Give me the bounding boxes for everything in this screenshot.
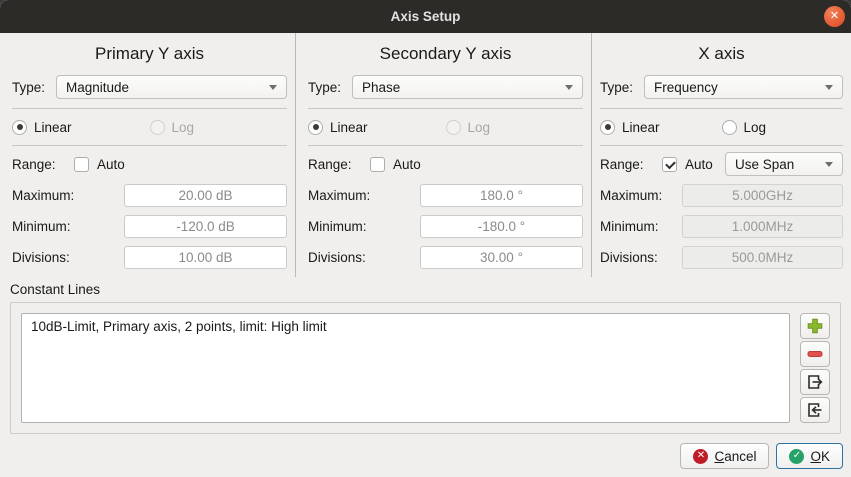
primary-linear-radio[interactable] [12,120,27,135]
secondary-divisions-field[interactable]: 30.00 ° [420,246,583,269]
x-auto-label: Auto [685,157,713,172]
x-divisions-field: 500.0MHz [682,246,843,269]
cancel-x-icon: ✕ [693,449,708,464]
divisions-label: Divisions: [12,250,124,265]
secondary-y-axis-panel: Secondary Y axis Type: Phase Linear Log [296,33,592,277]
primary-auto-label: Auto [97,157,125,172]
x-span-value: Use Span [735,157,794,172]
constant-lines-label: Constant Lines [10,282,851,297]
x-span-dropdown[interactable]: Use Span [725,152,843,176]
axis-setup-dialog: Axis Setup ✕ Primary Y axis Type: Magnit… [0,0,851,477]
secondary-auto-label: Auto [393,157,421,172]
x-type-value: Frequency [654,80,718,95]
ok-button[interactable]: ✓ OK [776,443,843,469]
footer: ✕ Cancel ✓ OK [0,434,851,477]
import-lines-button[interactable] [800,397,830,423]
cancel-button[interactable]: ✕ Cancel [680,443,769,469]
secondary-log-radio [446,120,461,135]
secondary-type-value: Phase [362,80,400,95]
range-label: Range: [600,157,662,172]
primary-linear-label: Linear [34,120,72,135]
divider [12,145,287,146]
x-linear-label: Linear [622,120,660,135]
x-minimum-field: 1.000MHz [682,215,843,238]
x-maximum-field: 5.000GHz [682,184,843,207]
ok-label: OK [810,449,830,464]
secondary-y-axis-header: Secondary Y axis [308,43,583,65]
chevron-down-icon [825,85,833,90]
primary-y-axis-panel: Primary Y axis Type: Magnitude Linear Lo… [0,33,296,277]
x-type-dropdown[interactable]: Frequency [644,75,843,99]
minus-icon [805,344,825,364]
primary-log-label: Log [172,120,195,135]
divisions-label: Divisions: [308,250,420,265]
x-log-radio[interactable] [722,120,737,135]
x-axis-header: X axis [600,43,843,65]
axis-columns: Primary Y axis Type: Magnitude Linear Lo… [0,33,851,277]
secondary-maximum-field[interactable]: 180.0 ° [420,184,583,207]
x-linear-radio[interactable] [600,120,615,135]
secondary-linear-radio[interactable] [308,120,323,135]
minimum-label: Minimum: [12,219,124,234]
maximum-label: Maximum: [12,188,124,203]
constant-lines-groupbox: 10dB-Limit, Primary axis, 2 points, limi… [10,302,841,434]
maximum-label: Maximum: [308,188,420,203]
secondary-minimum-field[interactable]: -180.0 ° [420,215,583,238]
export-lines-button[interactable] [800,369,830,395]
primary-type-dropdown[interactable]: Magnitude [56,75,287,99]
range-label: Range: [12,157,74,172]
primary-auto-checkbox[interactable] [74,157,89,172]
constant-lines-list[interactable]: 10dB-Limit, Primary axis, 2 points, limi… [21,313,790,423]
titlebar: Axis Setup ✕ [0,0,851,33]
secondary-type-dropdown[interactable]: Phase [352,75,583,99]
divisions-label: Divisions: [600,250,682,265]
import-icon [805,400,825,420]
add-line-button[interactable] [800,313,830,339]
secondary-linear-label: Linear [330,120,368,135]
divider [12,108,287,109]
x-axis-panel: X axis Type: Frequency Linear Log [592,33,851,277]
remove-line-button[interactable] [800,341,830,367]
primary-minimum-field[interactable]: -120.0 dB [124,215,287,238]
type-label: Type: [12,80,56,95]
plus-icon [805,316,825,336]
secondary-auto-checkbox[interactable] [370,157,385,172]
minimum-label: Minimum: [308,219,420,234]
divider [308,145,583,146]
secondary-log-label: Log [468,120,491,135]
x-auto-checkbox[interactable] [662,157,677,172]
divider [308,108,583,109]
list-item[interactable]: 10dB-Limit, Primary axis, 2 points, limi… [22,314,789,339]
primary-log-radio [150,120,165,135]
range-label: Range: [308,157,370,172]
maximum-label: Maximum: [600,188,682,203]
dialog-title: Axis Setup [391,9,461,24]
type-label: Type: [600,80,644,95]
x-log-label: Log [744,120,767,135]
minimum-label: Minimum: [600,219,682,234]
cancel-label: Cancel [714,449,756,464]
primary-type-value: Magnitude [66,80,129,95]
chevron-down-icon [565,85,573,90]
constant-lines-toolbar [800,313,830,423]
type-label: Type: [308,80,352,95]
primary-maximum-field[interactable]: 20.00 dB [124,184,287,207]
primary-divisions-field[interactable]: 10.00 dB [124,246,287,269]
chevron-down-icon [825,162,833,167]
divider [600,108,843,109]
export-icon [805,372,825,392]
divider [600,145,843,146]
primary-y-axis-header: Primary Y axis [12,43,287,65]
chevron-down-icon [269,85,277,90]
close-icon[interactable]: ✕ [824,6,845,27]
ok-check-icon: ✓ [789,449,804,464]
